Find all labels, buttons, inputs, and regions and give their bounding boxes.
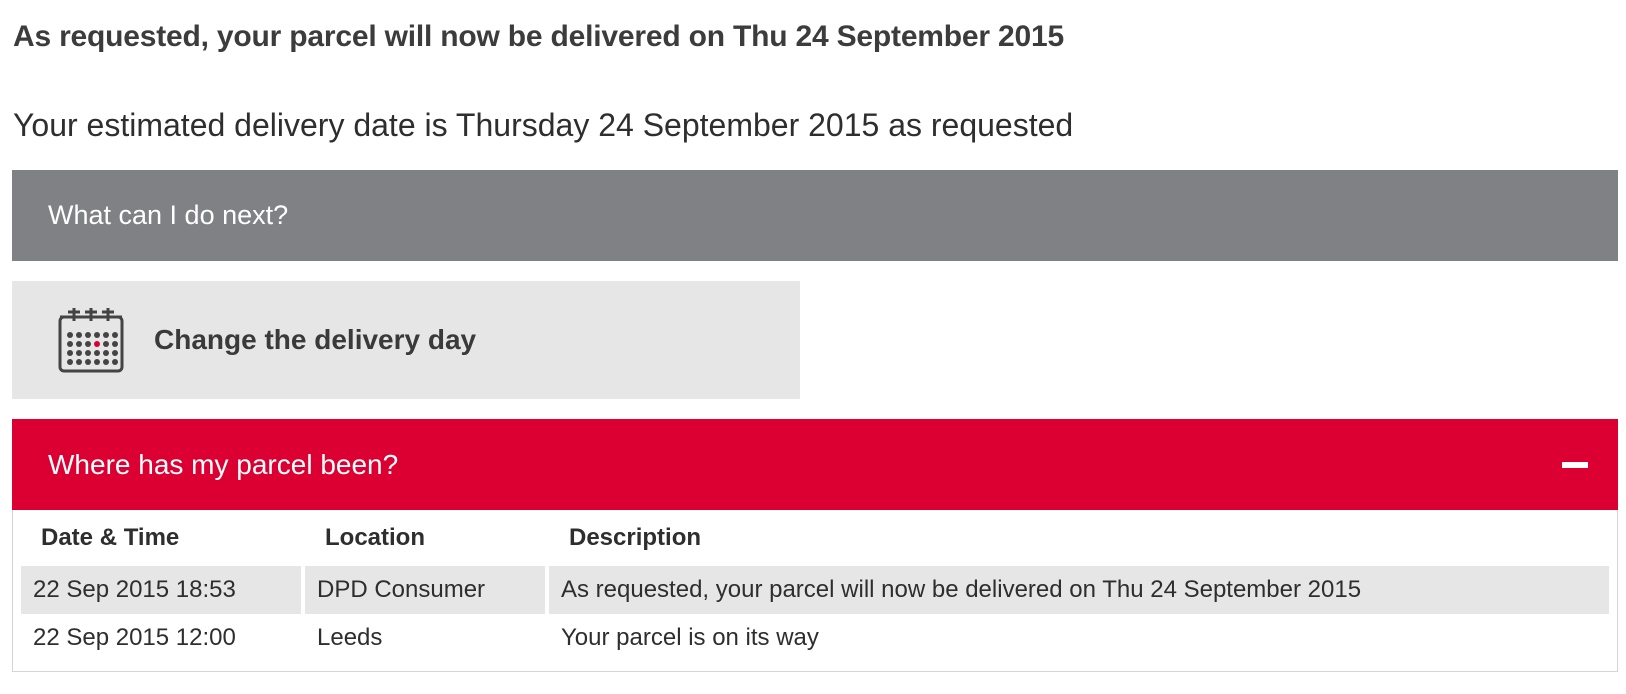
change-delivery-day-button[interactable]: Change the delivery day	[12, 281, 800, 399]
change-delivery-day-label: Change the delivery day	[154, 324, 477, 355]
cell-location: Leeds	[305, 614, 545, 662]
cell-datetime: 22 Sep 2015 12:00	[21, 614, 301, 662]
minus-icon[interactable]	[1562, 461, 1588, 468]
parcel-tracking-page: As requested, your parcel will now be de…	[0, 0, 1626, 694]
estimated-delivery-text: Your estimated delivery date is Thursday…	[13, 107, 1074, 143]
what-next-title: What can I do next?	[48, 200, 289, 230]
status-headline: As requested, your parcel will now be de…	[13, 20, 1064, 53]
column-header-description: Description	[569, 524, 702, 551]
table-row: 22 Sep 2015 12:00 Leeds Your parcel is o…	[21, 614, 1609, 662]
cell-datetime: 22 Sep 2015 18:53	[21, 566, 301, 614]
table-header-row: Date & Time Location Description	[21, 510, 1609, 566]
table-row: 22 Sep 2015 18:53 DPD Consumer As reques…	[21, 566, 1609, 614]
tracking-table: Date & Time Location Description 22 Sep …	[17, 510, 1613, 662]
column-header-location: Location	[325, 524, 425, 551]
calendar-icon	[58, 308, 124, 373]
cell-description: Your parcel is on its way	[549, 614, 1609, 662]
tracking-history-panel: Date & Time Location Description 22 Sep …	[12, 510, 1618, 672]
cell-location: DPD Consumer	[305, 566, 545, 614]
cell-description: As requested, your parcel will now be de…	[549, 566, 1609, 614]
tracking-history-toggle[interactable]: Where has my parcel been?	[12, 419, 1618, 510]
what-next-header: What can I do next?	[12, 170, 1618, 261]
column-header-datetime: Date & Time	[41, 524, 180, 551]
tracking-history-title: Where has my parcel been?	[48, 448, 399, 480]
